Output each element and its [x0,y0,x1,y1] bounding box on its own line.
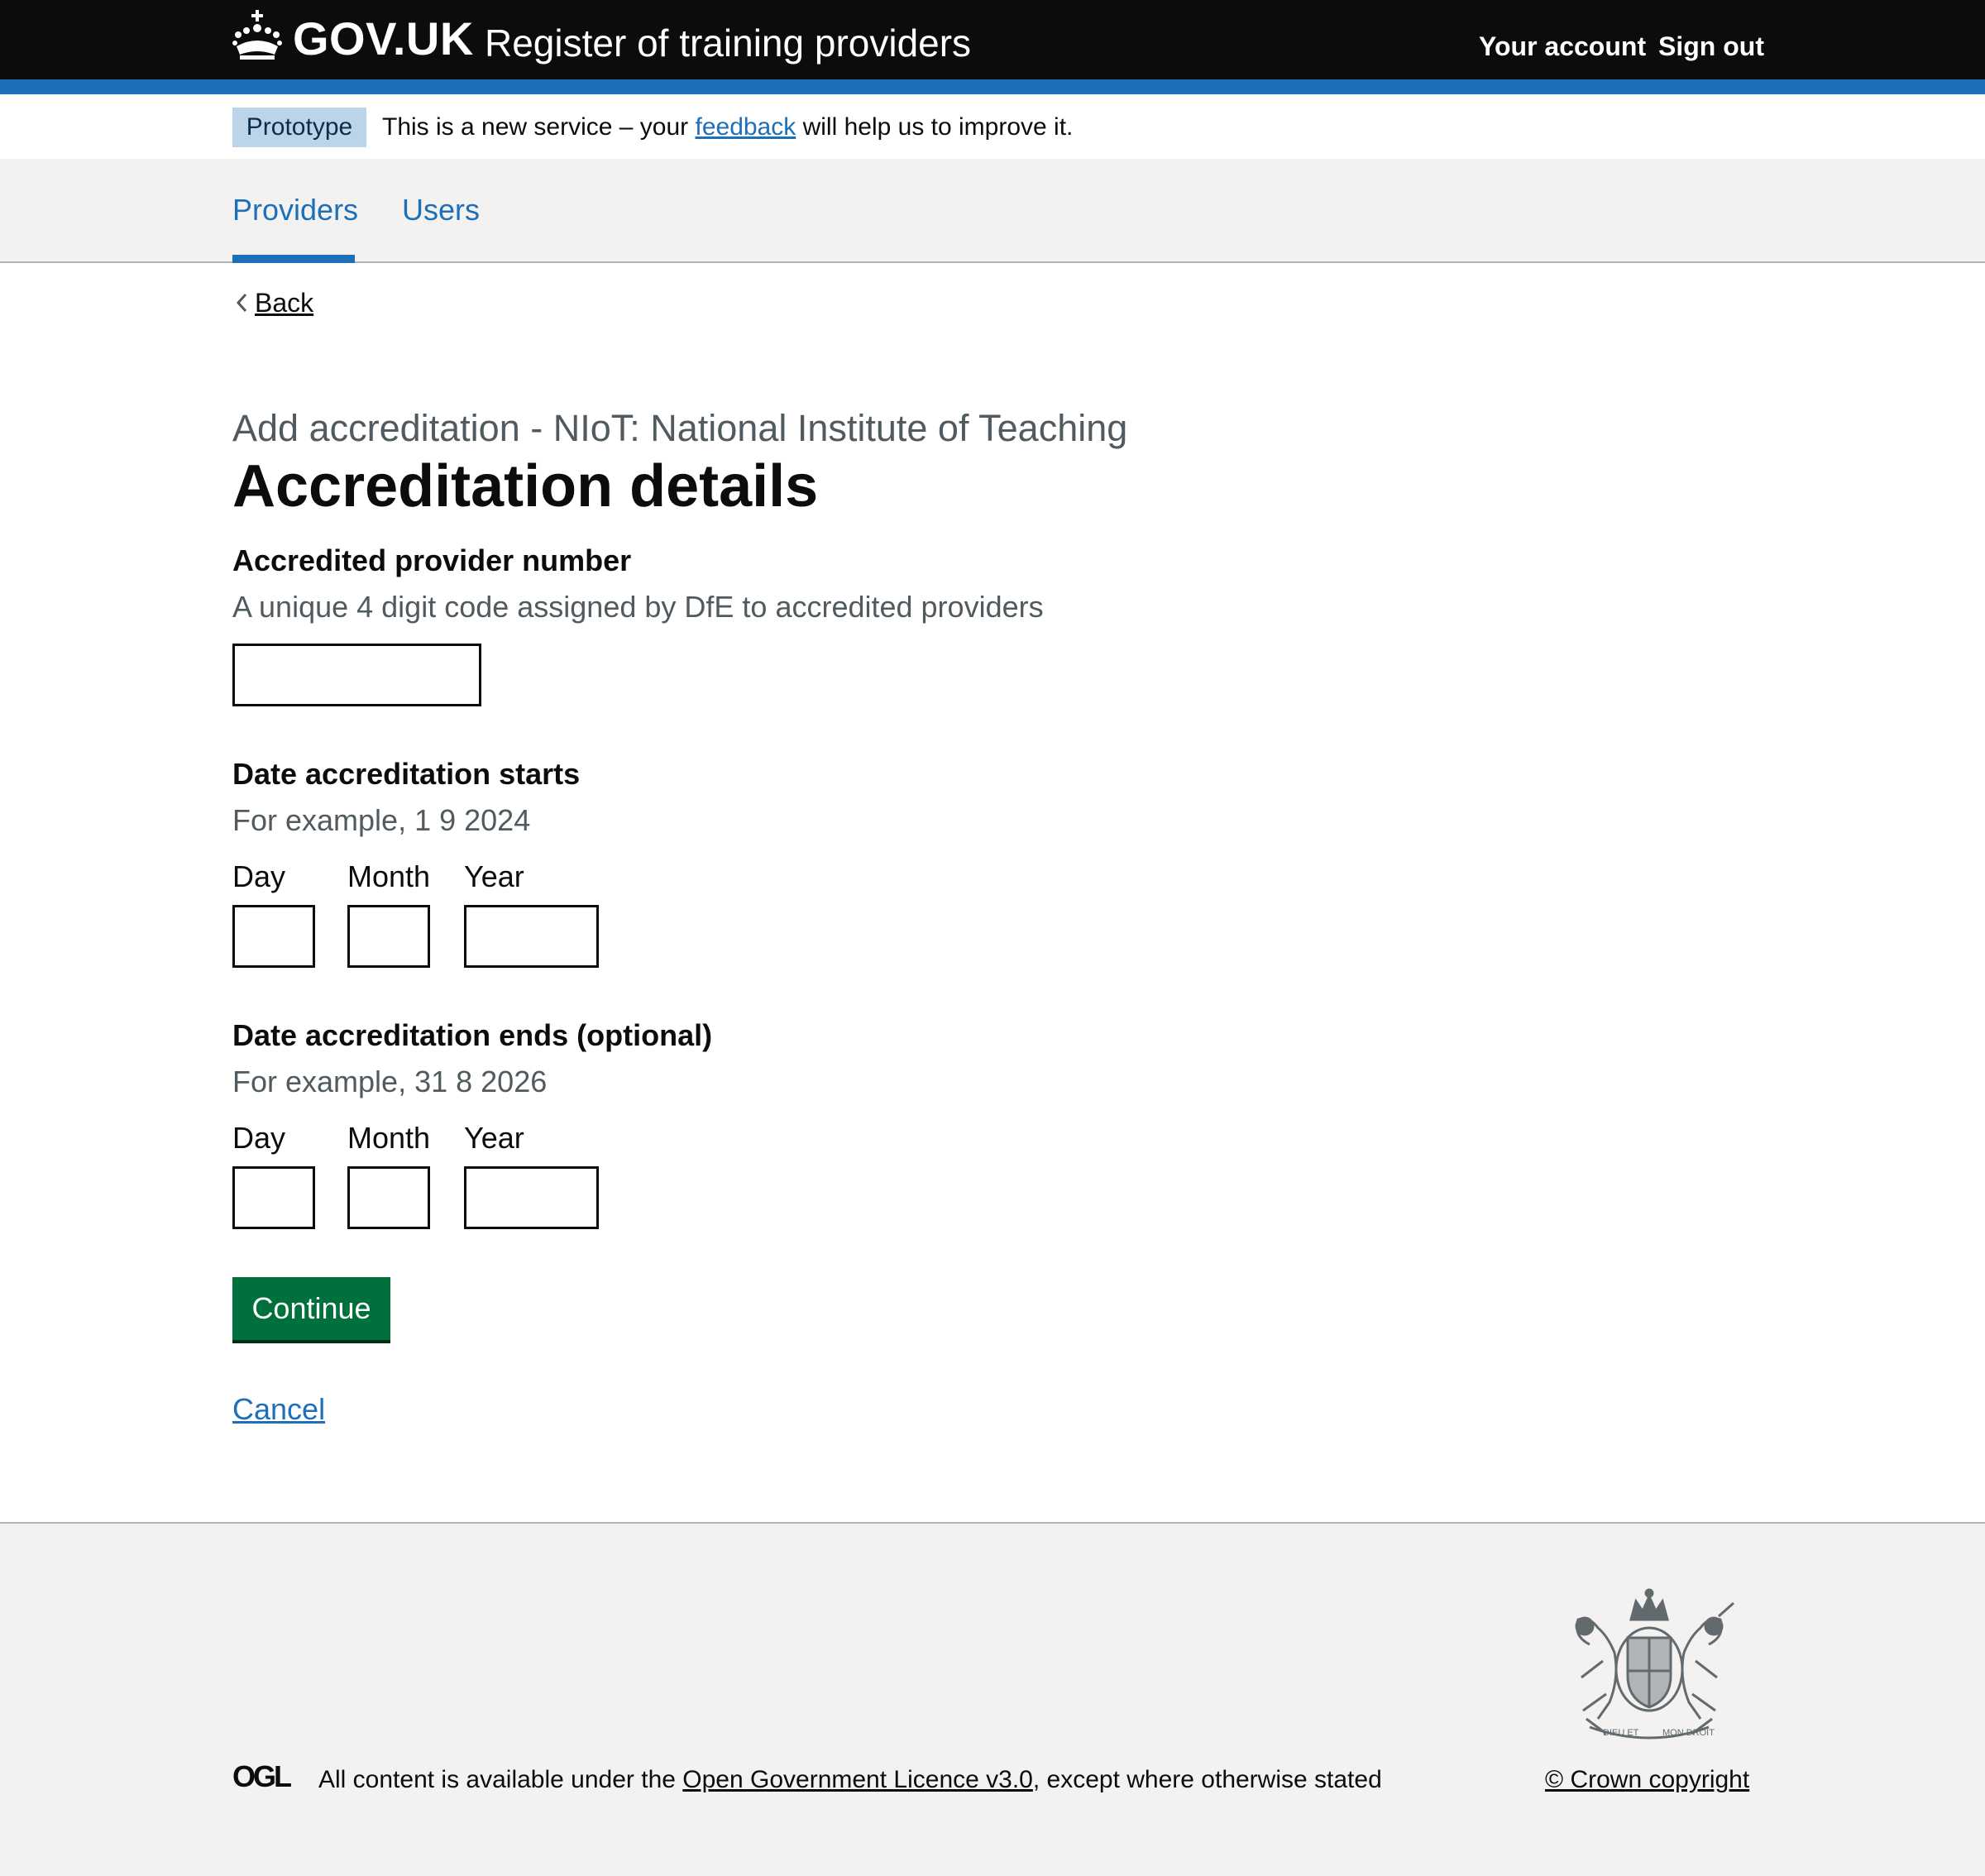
chevron-left-icon [236,293,247,313]
start-year-input[interactable] [464,905,599,968]
phase-tag: Prototype [232,108,366,147]
start-day-label: Day [232,859,286,893]
your-account-link[interactable]: Your account [1479,30,1646,63]
end-date-hint: For example, 31 8 2026 [232,1065,548,1098]
provider-number-label: Accredited provider number [232,543,632,577]
end-month-label: Month [347,1121,431,1155]
phase-text-after: will help us to improve it. [796,113,1074,141]
page-caption: Add accreditation - NIoT: National Insti… [232,407,1128,449]
crown-copyright-link[interactable]: © Crown copyright [1545,1764,1749,1797]
feedback-link[interactable]: feedback [695,113,796,141]
crest-motto-right: MON DROIT [1662,1728,1715,1738]
header-blue-bar [0,79,1985,94]
open-government-licence-link[interactable]: Open Government Licence v3.0 [682,1766,1033,1793]
nav-item-users[interactable]: Users [402,192,480,228]
ogl-logo-icon: OGL [232,1762,294,1790]
end-day-label: Day [232,1121,286,1155]
start-month-input[interactable] [347,905,430,968]
end-year-label: Year [464,1121,524,1155]
active-nav-indicator [232,255,355,263]
royal-coat-of-arms-icon: DIEU ET MON DROIT [1575,1588,1734,1740]
continue-button[interactable]: Continue [232,1277,390,1340]
nav-item-providers[interactable]: Providers [232,192,358,228]
ogl-logo-text: OGL [232,1762,291,1790]
back-link[interactable]: Back [255,286,313,319]
page-title: Accreditation details [232,453,819,519]
phase-text-before: This is a new service – your [382,113,696,141]
start-month-label: Month [347,859,431,893]
crest-motto-left: DIEU ET [1603,1728,1639,1738]
end-month-input[interactable] [347,1166,430,1229]
end-date-legend: Date accreditation ends (optional) [232,1018,713,1052]
start-date-legend: Date accreditation starts [232,757,581,791]
start-day-input[interactable] [232,905,315,968]
cancel-link[interactable]: Cancel [232,1391,325,1428]
service-name[interactable]: Register of training providers [485,18,971,68]
govuk-logo-text[interactable]: GOV.UK [293,12,474,66]
end-day-input[interactable] [232,1166,315,1229]
provider-number-hint: A unique 4 digit code assigned by DfE to… [232,590,1044,624]
start-date-hint: For example, 1 9 2024 [232,803,531,837]
licence-text-before: All content is available under the [318,1766,683,1793]
sign-out-link[interactable]: Sign out [1658,30,1764,63]
crown-icon [232,10,282,60]
provider-number-input[interactable] [232,644,481,706]
licence-text-after: , except where otherwise stated [1032,1766,1382,1793]
phase-banner-text: This is a new service – your feedback wi… [382,111,1073,144]
start-year-label: Year [464,859,524,893]
end-year-input[interactable] [464,1166,599,1229]
licence-text: All content is available under the Open … [318,1764,1382,1797]
